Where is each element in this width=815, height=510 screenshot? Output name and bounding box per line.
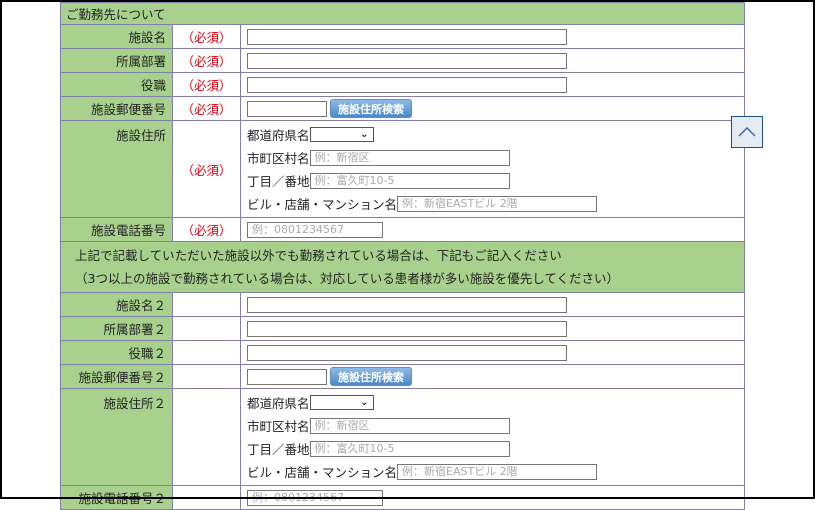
- label-address-2: 施設住所２: [60, 388, 173, 486]
- building-2-input[interactable]: [397, 463, 598, 480]
- label-department: 所属部署: [60, 48, 173, 73]
- section-title: ご勤務先について: [60, 2, 745, 25]
- street-label: 丁目／番地: [247, 442, 310, 457]
- building-input[interactable]: [397, 195, 598, 212]
- workplace-form: ご勤務先について 施設名 （必須） 所属部署 （必須） 役職 （必須） 施設郵便番号（…: [60, 2, 745, 510]
- note-line2: （3つ以上の施設で勤務されている場合は、対応している患者様が多い施設を優先してく…: [75, 271, 619, 286]
- prefecture-select[interactable]: ⌄: [309, 127, 374, 142]
- city-input[interactable]: [309, 149, 510, 166]
- city-label: 市町区村名: [247, 151, 310, 166]
- address-search-button[interactable]: 施設住所検索: [330, 99, 412, 118]
- job-title-input[interactable]: [247, 76, 567, 93]
- required-mark: （必須）: [172, 217, 241, 242]
- prefecture-2-select[interactable]: ⌄: [309, 395, 374, 410]
- department-2-input[interactable]: [247, 320, 567, 337]
- scroll-top-button[interactable]: [731, 116, 763, 148]
- chevron-down-icon: ⌄: [360, 397, 369, 408]
- label-department-2: 所属部署２: [60, 316, 173, 341]
- required-mark: （必須）: [172, 96, 241, 121]
- label-zip-2: 施設郵便番号２: [60, 364, 173, 389]
- label-phone: 施設電話番号: [60, 217, 173, 242]
- label-address: 施設住所: [60, 120, 173, 218]
- city-label: 市町区村名: [247, 419, 310, 434]
- chevron-up-icon: [738, 126, 756, 137]
- label-zip: 施設郵便番号: [60, 96, 173, 121]
- building-label: ビル・店舗・マンション名: [247, 465, 398, 480]
- label-facility-name: 施設名: [60, 24, 173, 49]
- required-mark: （必須）: [172, 72, 241, 97]
- city-2-input[interactable]: [309, 417, 510, 434]
- street-label: 丁目／番地: [247, 174, 310, 189]
- prefecture-label: 都道府県名: [247, 396, 310, 411]
- street-2-input[interactable]: [309, 440, 510, 457]
- building-label: ビル・店舗・マンション名: [247, 197, 398, 212]
- additional-facility-note: 上記で記載していただいた施設以外でも勤務されている場合は、下記もご記入ください （…: [60, 241, 745, 293]
- facility-name-2-input[interactable]: [247, 296, 567, 313]
- required-mark: （必須）: [172, 48, 241, 73]
- note-line1: 上記で記載していただいた施設以外でも勤務されている場合は、下記もご記入ください: [75, 248, 562, 263]
- zip-input[interactable]: [247, 100, 327, 117]
- chevron-down-icon: ⌄: [360, 129, 369, 140]
- phone-2-input[interactable]: [247, 489, 383, 506]
- required-mark: （必須）: [172, 24, 241, 49]
- street-input[interactable]: [309, 172, 510, 189]
- address-search-button-2[interactable]: 施設住所検索: [330, 367, 412, 386]
- facility-name-input[interactable]: [247, 28, 567, 45]
- label-facility-name-2: 施設名２: [60, 292, 173, 317]
- label-phone-2: 施設電話番号２: [60, 485, 173, 510]
- phone-input[interactable]: [247, 221, 383, 238]
- label-job-title-2: 役職２: [60, 340, 173, 365]
- required-mark: （必須）: [172, 120, 241, 218]
- label-job-title: 役職: [60, 72, 173, 97]
- zip-2-input[interactable]: [247, 368, 327, 385]
- prefecture-label: 都道府県名: [247, 128, 310, 143]
- department-input[interactable]: [247, 52, 567, 69]
- job-title-2-input[interactable]: [247, 344, 567, 361]
